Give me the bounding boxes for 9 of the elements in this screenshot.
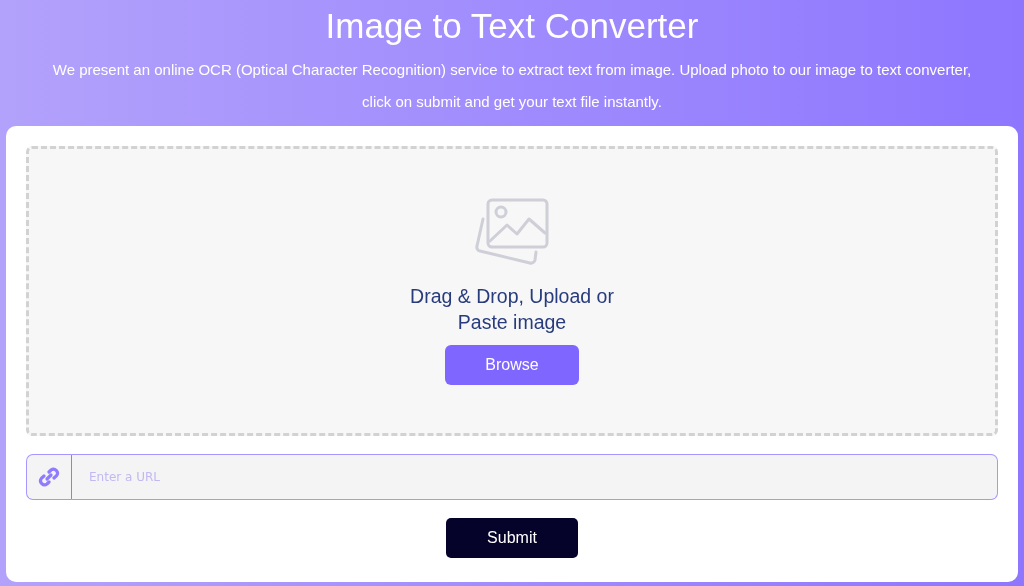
- browse-button[interactable]: Browse: [445, 345, 579, 385]
- page-title: Image to Text Converter: [325, 5, 699, 47]
- submit-button[interactable]: Submit: [446, 518, 578, 558]
- upload-dropzone[interactable]: Drag & Drop, Upload or Paste image Browse: [26, 146, 998, 436]
- page-description: We present an online OCR (Optical Character Recognition) service to extract text from image. Upload photo to our image to text converter, click on submit and get your text file instantly.: [51, 60, 973, 112]
- link-icon: [38, 466, 60, 488]
- url-field[interactable]: Enter a URL: [72, 454, 998, 500]
- drop-prompt: Drag & Drop, Upload or Paste image: [409, 284, 615, 335]
- image-icon: [474, 197, 550, 267]
